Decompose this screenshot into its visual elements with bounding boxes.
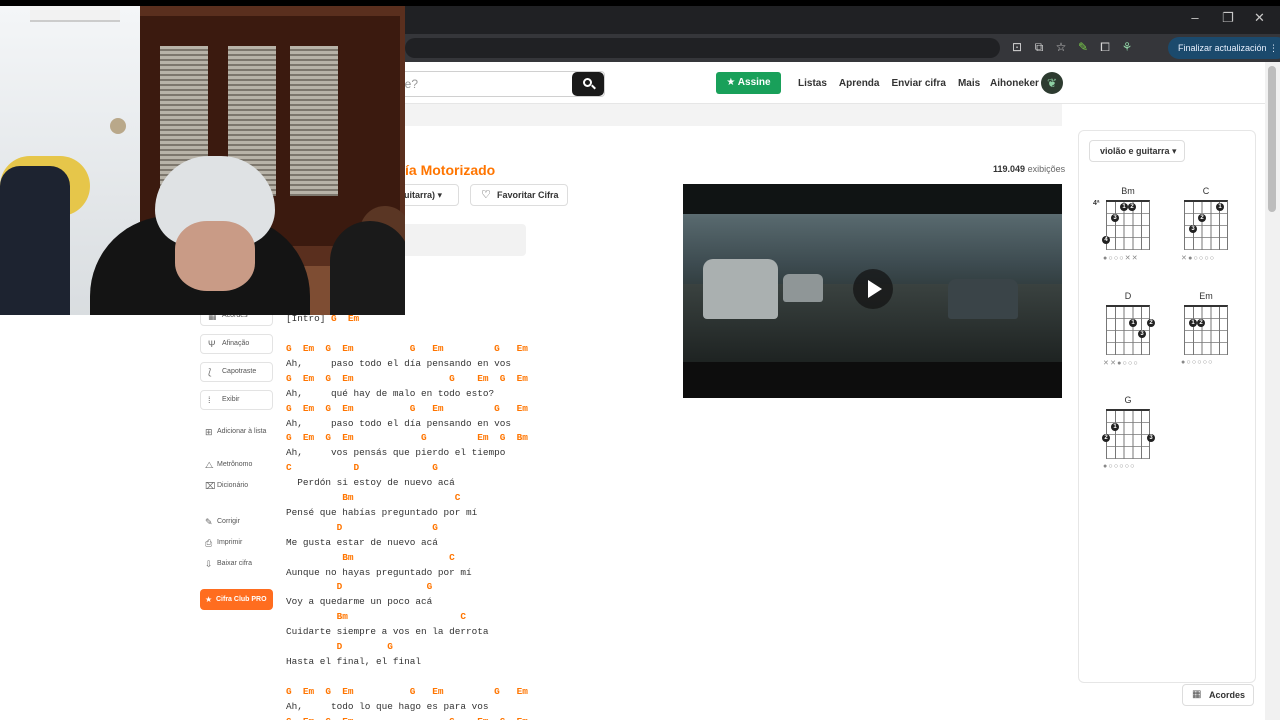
tuning-fork-icon: Ψ [208, 339, 216, 349]
fret-label: 4ª [1093, 200, 1100, 207]
artist-name[interactable]: ía Motorizado [405, 162, 495, 178]
lyric-line: Hasta el final, el final [286, 655, 422, 667]
update-label: Finalizar actualización [1178, 43, 1267, 53]
assine-button[interactable]: ★ Assine [716, 72, 781, 94]
star-icon: ★ [205, 595, 213, 604]
views-count: 119.049 exibições [993, 164, 1066, 174]
extension-leaf-icon[interactable]: ✎ [1076, 40, 1090, 55]
chord-line[interactable]: C D G [286, 462, 438, 473]
play-icon[interactable] [853, 269, 893, 309]
lyric-line: Cuidarte siempre a vos en la derrota [286, 626, 489, 638]
tool-exibir[interactable]: ⁞ Exibir [200, 390, 273, 410]
username[interactable]: Aihoneker [990, 78, 1039, 89]
address-bar[interactable] [405, 38, 1000, 58]
close-icon[interactable]: ✕ [1254, 10, 1265, 26]
assine-label: Assine [737, 77, 771, 88]
add-list-icon: ⊞ [205, 427, 213, 437]
tool-baixar[interactable]: ⇩ Baixar cifra [205, 559, 252, 569]
chord-line[interactable]: G Em G Em G Em G Em [286, 373, 528, 384]
tool-corrigir[interactable]: ✎ Corrigir [205, 517, 240, 527]
chord-name: G [1124, 395, 1132, 405]
window-controls: – ❐ ✕ [1190, 10, 1280, 26]
chord-line[interactable]: Bm C [286, 552, 455, 563]
chord-line[interactable]: Bm C [286, 611, 466, 622]
chord-line[interactable]: G Em G Em G Em G Em [286, 686, 528, 697]
banner-strip [395, 104, 1062, 126]
ad-placeholder [395, 224, 526, 256]
tool-dicionario[interactable]: ⌧ Dicionário [205, 481, 248, 491]
chord-name: D [1124, 291, 1132, 301]
chord-line[interactable]: G Em G Em G Em G Em [286, 343, 528, 354]
acordes-button[interactable]: ▦ Acordes [1182, 684, 1254, 706]
lyric-line: Perdón si estoy de nuevo acá [286, 477, 455, 489]
capo-icon: ⟅ [208, 367, 212, 377]
webcam-overlay [0, 6, 405, 315]
chord-line[interactable]: G Em G Em G Em G Em [286, 403, 528, 414]
chord-name: Em [1199, 291, 1213, 301]
lyric-line: Ah, qué hay de malo en todo esto? [286, 387, 495, 399]
translate-icon[interactable]: ⧉ [1032, 40, 1046, 55]
print-icon: ⎙ [205, 538, 213, 548]
nav-enviar-cifra[interactable]: Enviar cifra [891, 78, 945, 89]
chord-panel [1078, 130, 1256, 683]
lyric-line: Voy a quedarme un poco acá [286, 596, 433, 608]
install-icon[interactable]: ⊡ [1010, 40, 1024, 55]
star-icon[interactable]: ☆ [1054, 40, 1068, 55]
cifra-club-pro-button[interactable]: ★ Cifra Club PRO [200, 589, 273, 610]
restore-icon[interactable]: ❐ [1222, 10, 1234, 26]
nav-aprenda[interactable]: Aprenda [839, 78, 880, 89]
instrument-select[interactable]: violão e guitarra ▾ [1089, 140, 1185, 162]
tool-capotraste[interactable]: ⟅ Capotraste [200, 362, 273, 382]
heart-icon: ♡ [481, 189, 491, 201]
avatar[interactable]: ❦ [1041, 72, 1063, 94]
lyric-line: Ah, todo lo que hago es para vos [286, 700, 489, 712]
tool-metronomo[interactable]: ⧍ Metrônomo [205, 460, 252, 470]
lyric-line: Ah, paso todo el día pensando en vos [286, 417, 512, 429]
tool-imprimir[interactable]: ⎙ Imprimir [205, 538, 242, 548]
nav-listas[interactable]: Listas [798, 78, 827, 89]
chord-line[interactable]: D G [286, 581, 433, 592]
chord-line[interactable]: Bm C [286, 492, 460, 503]
profile-icon[interactable]: ⚘ [1120, 40, 1134, 55]
tool-afinacao[interactable]: Ψ Afinação [200, 334, 273, 354]
lyric-line: Aunque no hayas preguntado por mí [286, 566, 472, 578]
video-player[interactable] [683, 184, 1062, 398]
minimize-icon[interactable]: – [1190, 10, 1200, 26]
chord-grid-icon: ▦ [1192, 689, 1202, 700]
chord-line[interactable]: G Em G Em G Em G Em [286, 716, 528, 720]
display-icon: ⁞ [208, 395, 211, 405]
chord-line[interactable]: D G [286, 522, 438, 533]
metronome-icon: ⧍ [205, 460, 214, 470]
update-button[interactable]: Finalizar actualización ⋮ [1168, 37, 1280, 59]
favorite-button[interactable]: ♡ Favoritar Cifra [470, 184, 568, 206]
tool-adicionar-lista[interactable]: ⊞ Adicionar à lista [205, 427, 266, 437]
lyric-line: Ah, vos pensás que pierdo el tiempo [286, 447, 506, 459]
lyric-line: Me gusta estar de nuevo acá [286, 536, 438, 548]
main-nav: Listas Aprenda Enviar cifra Mais [798, 78, 980, 89]
dictionary-icon: ⌧ [205, 481, 216, 491]
chord-line[interactable]: D G [286, 641, 393, 652]
chord-line[interactable]: G Em G Em G Em G Bm [286, 432, 528, 443]
toolbar-icons: ⊡ ⧉ ☆ ✎ ⧠ ⚘ [1010, 40, 1134, 55]
puzzle-icon[interactable]: ⧠ [1098, 40, 1112, 55]
chord-name: Bm [1121, 186, 1135, 196]
download-icon: ⇩ [205, 559, 213, 569]
scrollbar-thumb[interactable] [1268, 66, 1276, 212]
edit-icon: ✎ [205, 517, 213, 527]
nav-mais[interactable]: Mais [958, 78, 980, 89]
search-button[interactable] [572, 72, 604, 96]
lyric-line: Ah, paso todo el día pensando en vos [286, 357, 512, 369]
chord-name: C [1202, 186, 1210, 196]
lyric-line: Pensé que habías preguntado por mí [286, 506, 478, 518]
